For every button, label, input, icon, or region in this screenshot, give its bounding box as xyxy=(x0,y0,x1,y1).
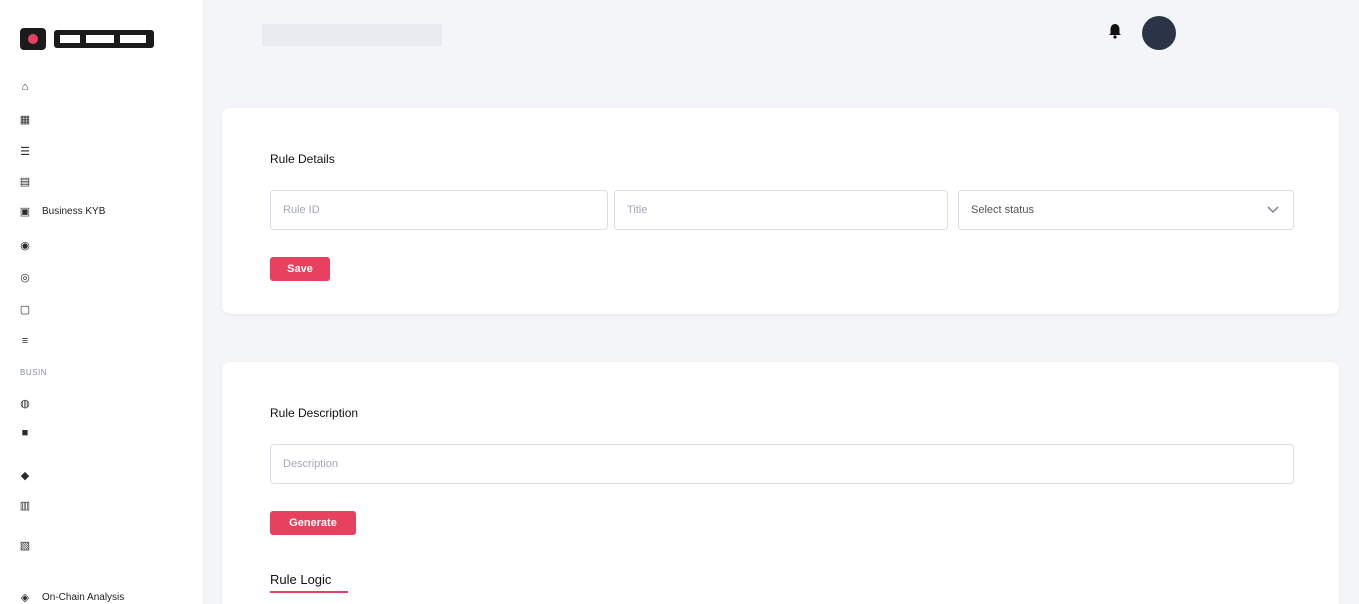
rule-description-title: Rule Description xyxy=(270,406,359,420)
bell-icon[interactable] xyxy=(1106,22,1124,40)
sidebar: ⌂ ▦ ☰ ▤ ▣ Business KYB ◉ ◎ ▢ ≡ BUSIN ◍ ■ xyxy=(0,0,204,604)
doc-icon: ▧ xyxy=(19,539,31,552)
sidebar-item-doc[interactable]: ▧ xyxy=(10,530,196,560)
generate-button[interactable]: Generate xyxy=(270,511,356,535)
user-icon: ◉ xyxy=(20,239,30,252)
company-logo xyxy=(20,28,154,50)
list-icon: ☰ xyxy=(20,145,30,158)
sidebar-item-lock[interactable]: ■ xyxy=(10,418,196,448)
status-select[interactable]: Select status xyxy=(958,190,1294,230)
save-button[interactable]: Save xyxy=(270,257,330,281)
rule-logic-tab[interactable]: Rule Logic xyxy=(270,572,331,587)
layers-icon: ≡ xyxy=(21,335,29,347)
sidebar-item-label: Business KYB xyxy=(42,205,106,217)
sidebar-item-grid[interactable]: ▦ xyxy=(10,104,196,134)
sidebar-item-layers[interactable]: ≡ xyxy=(10,326,196,356)
avatar[interactable] xyxy=(1142,16,1176,50)
sidebar-item-users[interactable]: ◎ xyxy=(10,262,196,292)
sidebar-item-bank[interactable]: ▥ xyxy=(10,490,196,520)
title-field[interactable]: Title xyxy=(614,190,948,230)
status-select-value: Select status xyxy=(971,204,1034,216)
briefcase-icon: ▣ xyxy=(19,205,31,218)
section-label-business: BUSIN xyxy=(20,368,47,377)
file-icon: ▢ xyxy=(19,303,31,316)
shield-icon: ◆ xyxy=(20,469,30,482)
lock-icon: ■ xyxy=(21,427,29,439)
sidebar-item-on-chain-analysis[interactable]: ◈ On-Chain Analysis xyxy=(10,582,196,604)
sidebar-item-chart[interactable]: ▤ xyxy=(10,166,196,196)
sidebar-item-globe[interactable]: ◍ xyxy=(10,388,196,418)
rule-logic-tab-underline xyxy=(270,591,348,593)
sidebar-item-shield[interactable]: ◆ xyxy=(10,460,196,490)
chevron-down-icon xyxy=(1267,206,1279,214)
bank-icon: ▥ xyxy=(19,499,31,512)
description-field[interactable]: Description xyxy=(270,444,1294,484)
header-banner-image xyxy=(262,24,442,46)
sidebar-item-label: On-Chain Analysis xyxy=(42,591,125,603)
home-icon: ⌂ xyxy=(21,81,29,93)
globe-icon: ◍ xyxy=(20,397,30,410)
coins-icon: ◈ xyxy=(20,591,30,604)
sidebar-item-home[interactable]: ⌂ xyxy=(10,72,196,102)
sidebar-item-business-kyb[interactable]: ▣ Business KYB xyxy=(10,196,196,226)
rule-id-field[interactable]: Rule ID xyxy=(270,190,608,230)
sidebar-item-user[interactable]: ◉ xyxy=(10,230,196,260)
sidebar-item-list[interactable]: ☰ xyxy=(10,136,196,166)
rule-details-title: Rule Details xyxy=(270,152,335,166)
chart-icon: ▤ xyxy=(19,175,31,188)
users-icon: ◎ xyxy=(20,271,30,284)
sidebar-item-file[interactable]: ▢ xyxy=(10,294,196,324)
grid-icon: ▦ xyxy=(19,113,31,126)
